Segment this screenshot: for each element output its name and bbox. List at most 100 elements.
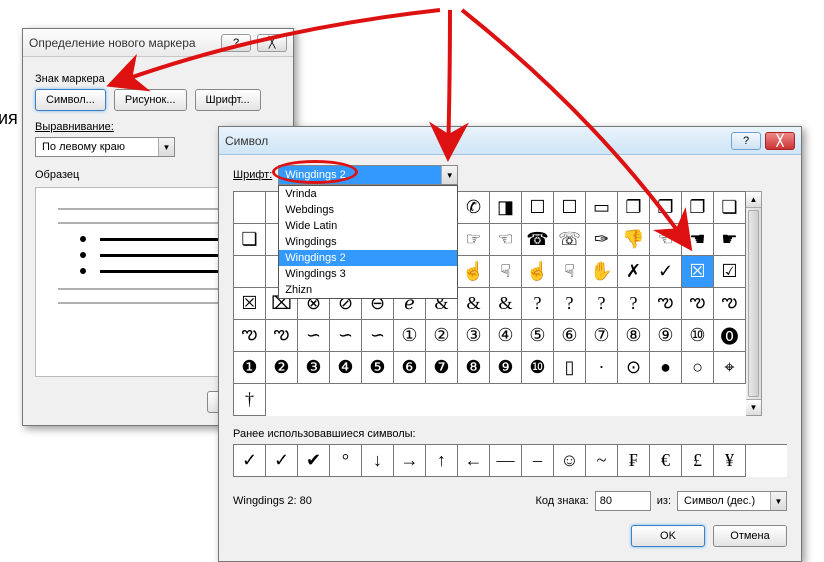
symbol-cell[interactable]: ఌ [650,288,682,320]
symbol-cell[interactable]: ? [618,288,650,320]
symbol-cell[interactable] [234,192,266,224]
font-option[interactable]: Wingdings 3 [279,266,457,282]
symbol-cell[interactable]: ∽ [362,320,394,352]
symbol-cell[interactable]: ⑤ [522,320,554,352]
symbol-cell[interactable]: ⑨ [650,320,682,352]
recent-symbol-cell[interactable]: ↓ [362,445,394,477]
chevron-down-icon[interactable]: ▼ [770,492,786,510]
font-option[interactable]: Zhizn [279,282,457,298]
symbol-cell[interactable]: ☐ [522,192,554,224]
symbol-cell[interactable]: ❽ [458,352,490,384]
symbol-cell[interactable]: ⊙ [618,352,650,384]
recent-symbol-cell[interactable]: ← [458,445,490,477]
symbol-cell[interactable]: ఌ [234,320,266,352]
symbol-cell[interactable]: ? [586,288,618,320]
symbol-cell[interactable]: ☒ [682,256,714,288]
symbol-cell[interactable]: ☛ [714,224,746,256]
scroll-down-button[interactable]: ▼ [746,399,761,415]
symbol-cell[interactable]: ❹ [330,352,362,384]
help-button[interactable]: ? [731,132,761,150]
symbol-cell[interactable]: ⌖ [714,352,746,384]
symbol-cell[interactable]: ❐ [650,192,682,224]
recent-symbol-cell[interactable]: ☺ [554,445,586,477]
symbol-cell[interactable]: ① [394,320,426,352]
symbol-cell[interactable]: ❷ [266,352,298,384]
symbol-cell[interactable]: ✓ [650,256,682,288]
symbol-cell[interactable]: ✑ [586,224,618,256]
symbol-cell[interactable]: ❻ [394,352,426,384]
recent-symbol-cell[interactable]: € [650,445,682,477]
ok-button[interactable]: OK [631,525,705,547]
symbol-cell[interactable]: ✆ [458,192,490,224]
recent-symbol-cell[interactable]: ✓ [266,445,298,477]
symbol-cell[interactable]: ☜ [490,224,522,256]
symbol-cell[interactable]: ✗ [618,256,650,288]
symbol-cell[interactable]: ☝ [522,256,554,288]
symbol-cell[interactable]: 👎 [618,224,650,256]
symbol-cell[interactable]: ☚ [682,224,714,256]
symbol-button[interactable]: Символ... [35,89,106,111]
font-option[interactable]: Webdings [279,202,457,218]
recent-symbol-cell[interactable]: ↑ [426,445,458,477]
scrollbar-vertical[interactable]: ▲ ▼ [746,191,762,416]
alignment-select[interactable]: По левому краю ▼ [35,137,175,157]
font-select[interactable]: Wingdings 2 ▼ VrindaWebdingsWide LatinWi… [278,165,458,185]
help-button[interactable]: ? [221,34,251,52]
recent-symbol-cell[interactable]: ° [330,445,362,477]
symbol-cell[interactable]: ☑ [714,256,746,288]
symbol-cell[interactable]: ⑩ [682,320,714,352]
symbol-cell[interactable]: ❐ [682,192,714,224]
symbol-cell[interactable]: ⓿ [714,320,746,352]
symbol-cell[interactable]: ☏ [554,224,586,256]
symbol-cell[interactable]: ? [554,288,586,320]
recent-symbol-cell[interactable]: ₣ [618,445,650,477]
symbol-cell[interactable]: ? [522,288,554,320]
symbol-cell[interactable]: ❺ [362,352,394,384]
font-option[interactable]: Wingdings [279,234,457,250]
symbol-cell[interactable]: ☜ [650,224,682,256]
symbol-cell[interactable]: · [586,352,618,384]
recent-symbol-cell[interactable]: £ [682,445,714,477]
chevron-down-icon[interactable]: ▼ [441,166,457,184]
symbol-cell[interactable]: ❾ [490,352,522,384]
symbol-cell[interactable]: ☟ [554,256,586,288]
font-dropdown[interactable]: VrindaWebdingsWide LatinWingdings Wingdin… [278,185,458,299]
picture-button[interactable]: Рисунок... [114,89,187,111]
symbol-cell[interactable]: ◨ [490,192,522,224]
symbol-cell[interactable]: & [490,288,522,320]
symbol-cell[interactable]: ❏ [234,224,266,256]
symbol-cell[interactable]: ② [426,320,458,352]
symbol-cell[interactable]: ❸ [298,352,330,384]
symbol-cell[interactable] [234,256,266,288]
close-button[interactable]: ╳ [765,132,795,150]
symbol-cell[interactable]: ఌ [266,320,298,352]
font-button[interactable]: Шрифт... [195,89,261,111]
symbol-cell[interactable]: ✋ [586,256,618,288]
symbol-cell[interactable]: ❏ [714,192,746,224]
symbol-cell[interactable]: ⑦ [586,320,618,352]
symbol-cell[interactable]: ④ [490,320,522,352]
recent-symbol-cell[interactable]: — [490,445,522,477]
symbol-cell[interactable]: † [234,384,266,416]
symbol-cell[interactable]: ❐ [618,192,650,224]
symbol-cell[interactable]: ∽ [330,320,362,352]
symbol-cell[interactable]: ఌ [682,288,714,320]
symbol-cell[interactable]: ☒ [234,288,266,320]
font-option[interactable]: Vrinda [279,186,457,202]
recent-symbol-cell[interactable]: – [522,445,554,477]
symbol-cell[interactable]: ▯ [554,352,586,384]
recent-symbol-cell[interactable]: → [394,445,426,477]
recent-symbol-cell[interactable]: ~ [586,445,618,477]
symbol-cell[interactable]: & [458,288,490,320]
symbol-cell[interactable]: ● [650,352,682,384]
symbol-cell[interactable]: ఌ [714,288,746,320]
symbol-cell[interactable]: ∽ [298,320,330,352]
symbol-cell[interactable]: ☞ [458,224,490,256]
symbol-cell[interactable]: ☟ [490,256,522,288]
font-option[interactable]: Wide Latin [279,218,457,234]
from-select[interactable]: Символ (дес.) ▼ [677,491,787,511]
scroll-thumb[interactable] [748,210,759,397]
chevron-down-icon[interactable]: ▼ [158,138,174,156]
symbol-cell[interactable]: ❶ [234,352,266,384]
recent-symbol-cell[interactable]: ✓ [234,445,266,477]
